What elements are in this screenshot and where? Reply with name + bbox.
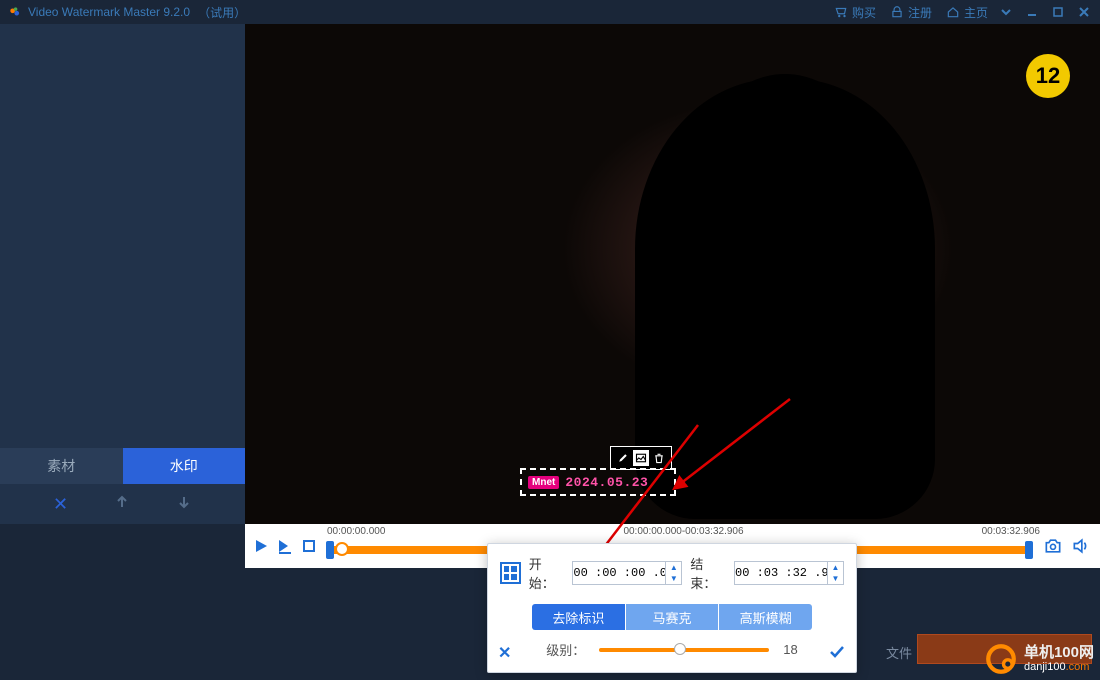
image-icon (635, 452, 647, 464)
site-watermark: 单机100网 danji100.com (984, 642, 1094, 676)
maximize-icon (1052, 6, 1064, 18)
site-logo-icon (984, 642, 1018, 676)
mode-gaussian-blur[interactable]: 高斯模糊 (719, 604, 812, 630)
region-grid-button[interactable] (500, 562, 521, 584)
overlay-date-text: 2024.05.23 (565, 475, 648, 490)
snapshot-button[interactable] (1042, 535, 1064, 557)
end-time-input[interactable]: ▲▼ (734, 561, 844, 585)
tab-assets[interactable]: 素材 (0, 448, 123, 484)
check-icon (828, 643, 846, 661)
home-button[interactable]: 主页 (946, 4, 988, 21)
arrow-up-icon (114, 494, 130, 510)
end-step-down[interactable]: ▼ (828, 573, 843, 584)
trial-badge: （试用） (198, 4, 246, 21)
main-area: 素材 水印 ✕ 12 Mnet 2024.05.23 (0, 24, 1100, 524)
time-range-panel: 开始： ▲▼ 结束： ▲▼ 去除标识 马赛克 高斯模糊 级别： 18 ✕ (487, 543, 857, 673)
maximize-button[interactable] (1050, 4, 1066, 20)
timeline-range-label: 00:00:00.000-00:03:32.906 (623, 526, 743, 537)
register-button[interactable]: 注册 (890, 4, 932, 21)
file-label: 文件 (886, 643, 912, 662)
volume-button[interactable] (1070, 535, 1092, 557)
age-rating-badge: 12 (1026, 54, 1070, 98)
title-bar: Video Watermark Master 9.2.0 （试用） 购买 注册 … (0, 0, 1100, 24)
buy-button[interactable]: 购买 (834, 4, 876, 21)
mode-switch: 去除标识 马赛克 高斯模糊 (532, 604, 812, 630)
close-button[interactable] (1076, 4, 1092, 20)
play-icon (253, 538, 269, 554)
mode-remove-logo[interactable]: 去除标识 (532, 604, 625, 630)
dropdown-menu-button[interactable] (998, 4, 1014, 20)
timeline-end-label: 00:03:32.906 (982, 526, 1040, 537)
start-time-input[interactable]: ▲▼ (572, 561, 682, 585)
delete-item-button[interactable]: ✕ (53, 494, 68, 515)
camera-icon (1043, 536, 1063, 556)
range-start-handle[interactable] (326, 541, 334, 559)
home-icon (946, 5, 960, 19)
play-button[interactable] (252, 537, 270, 555)
minimize-button[interactable] (1024, 4, 1040, 20)
start-step-down[interactable]: ▼ (666, 573, 681, 584)
site-name: 单机100网 (1024, 645, 1094, 662)
stop-icon (303, 540, 315, 552)
timeline-start-label: 00:00:00.000 (327, 526, 385, 537)
image-mode-button[interactable] (633, 450, 649, 466)
play-range-icon (276, 537, 294, 555)
start-step-up[interactable]: ▲ (666, 562, 681, 573)
tab-watermark[interactable]: 水印 (123, 448, 246, 484)
panel-confirm-button[interactable] (828, 643, 846, 666)
move-up-button[interactable] (114, 494, 130, 515)
cart-icon (834, 5, 848, 19)
app-title: Video Watermark Master 9.2.0 (28, 5, 190, 19)
end-step-up[interactable]: ▲ (828, 562, 843, 573)
delete-selection-button[interactable] (651, 450, 667, 466)
selection-toolbar (610, 446, 672, 470)
mode-mosaic[interactable]: 马赛克 (626, 604, 719, 630)
playhead-handle[interactable] (335, 542, 349, 556)
end-time-field[interactable] (735, 566, 827, 580)
move-down-button[interactable] (176, 494, 192, 515)
sidebar: 素材 水印 ✕ (0, 24, 245, 524)
edit-selection-button[interactable] (615, 450, 631, 466)
speaker-icon (1071, 536, 1091, 556)
trash-icon (653, 452, 665, 464)
sidebar-tabs: 素材 水印 (0, 448, 245, 484)
stop-button[interactable] (300, 537, 318, 555)
end-label: 结束： (690, 554, 726, 592)
play-range-button[interactable] (276, 537, 294, 555)
chevron-down-icon (1000, 6, 1012, 18)
pencil-icon (617, 452, 629, 464)
arrow-down-icon (176, 494, 192, 510)
lock-icon (890, 5, 904, 19)
channel-tag: Mnet (528, 476, 559, 489)
panel-cancel-button[interactable]: ✕ (498, 643, 511, 666)
start-time-field[interactable] (573, 566, 665, 580)
close-icon (1078, 6, 1090, 18)
watermark-selection-box[interactable]: Mnet 2024.05.23 (520, 468, 676, 496)
video-preview[interactable]: 12 Mnet 2024.05.23 (245, 24, 1100, 524)
app-logo-icon (8, 5, 22, 19)
range-end-handle[interactable] (1025, 541, 1033, 559)
start-label: 开始： (529, 554, 565, 592)
minimize-icon (1026, 6, 1038, 18)
